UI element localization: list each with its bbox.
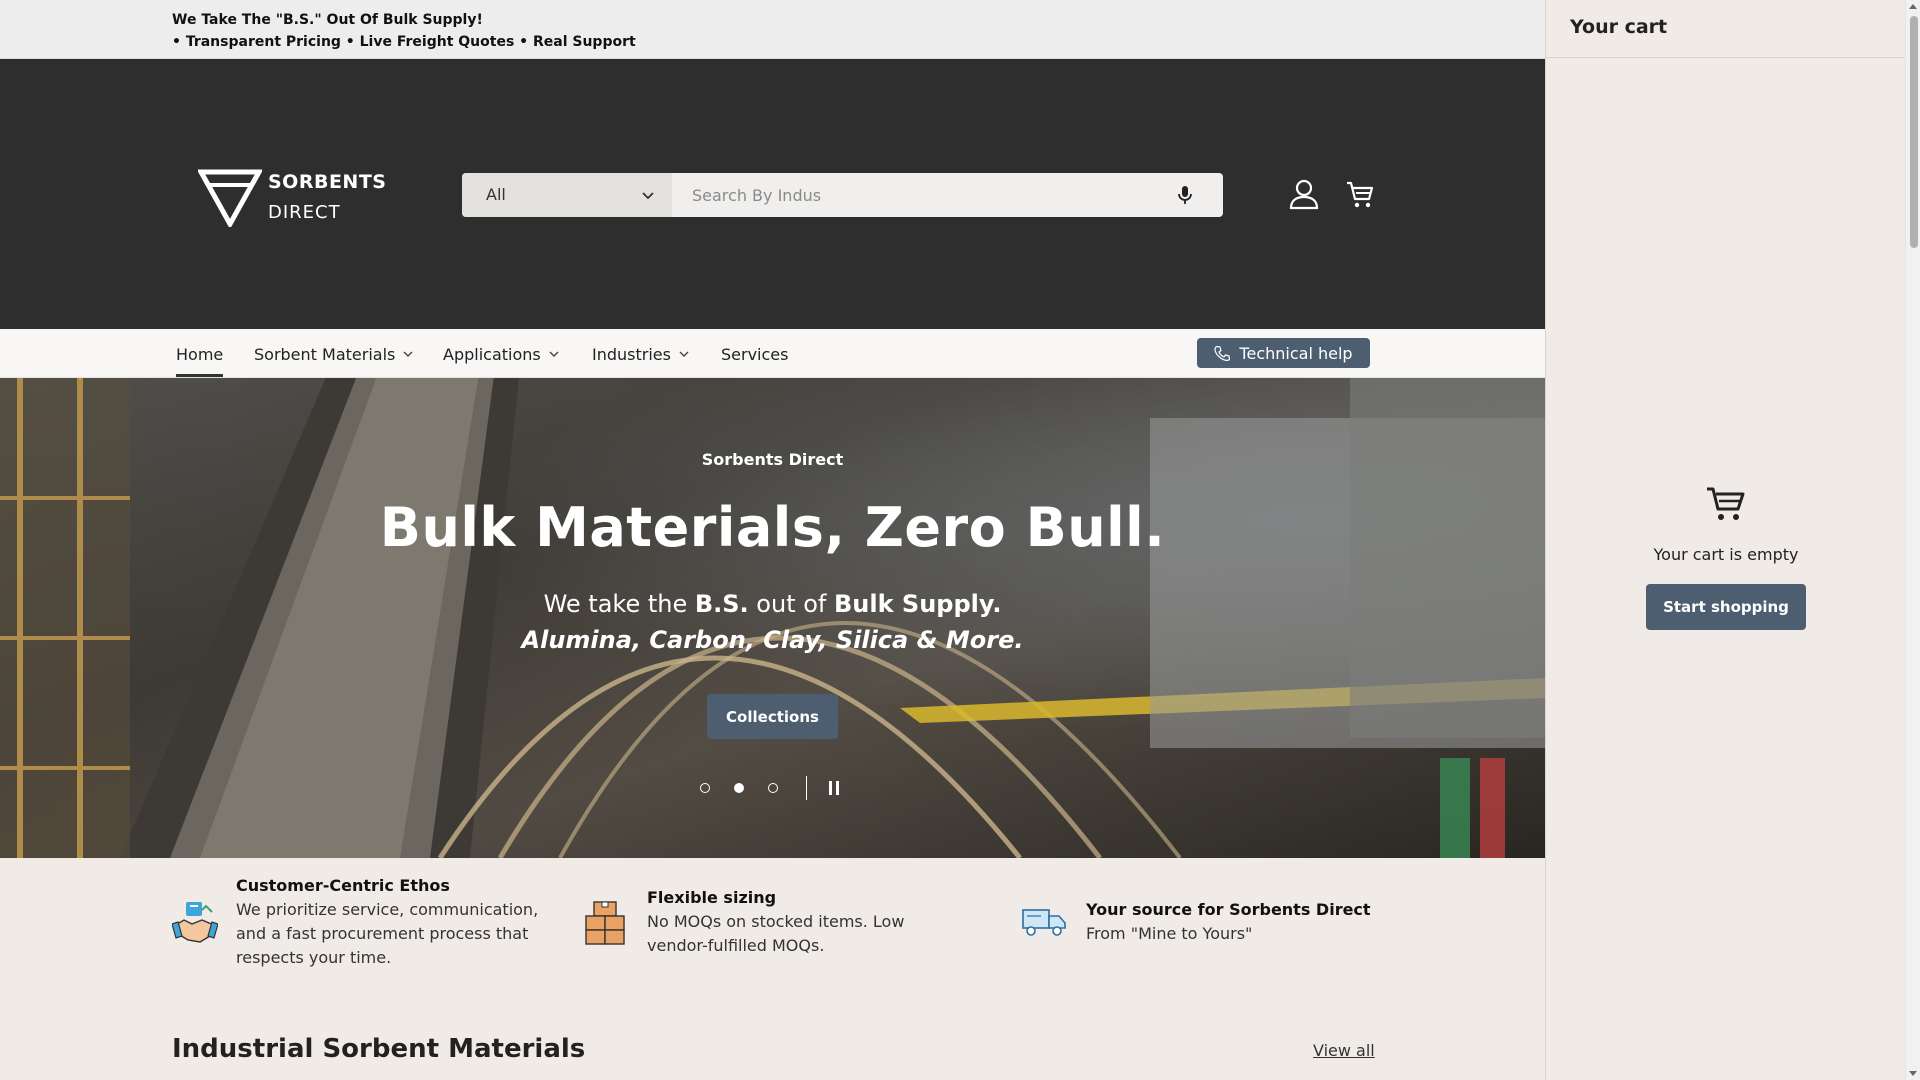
feature-description: No MOQs on stocked items. Low vendor-ful… bbox=[647, 912, 905, 955]
view-all-link[interactable]: View all bbox=[1313, 1041, 1375, 1060]
feature-description: We prioritize service, communication, an… bbox=[236, 900, 539, 967]
main-navigation: Home Sorbent Materials Applications Indu… bbox=[0, 329, 1545, 378]
scroll-up-arrow-icon[interactable] bbox=[1909, 4, 1917, 9]
slideshow-controls bbox=[700, 776, 850, 800]
empty-cart-icon bbox=[1707, 487, 1745, 520]
slide-dot-1[interactable] bbox=[700, 783, 710, 793]
announcement-line-2: • Transparent Pricing • Live Freight Quo… bbox=[172, 34, 636, 50]
nav-item-label: Sorbent Materials bbox=[254, 344, 396, 364]
nav-item-sorbent-materials[interactable]: Sorbent Materials bbox=[254, 343, 414, 365]
site-logo[interactable]: SORBENTS DIRECT bbox=[198, 169, 388, 229]
feature-title: Customer-Centric Ethos bbox=[236, 876, 450, 895]
logo-triangle-icon bbox=[198, 169, 262, 227]
microphone-icon[interactable] bbox=[1175, 184, 1195, 206]
slide-dot-2[interactable] bbox=[734, 783, 744, 793]
nav-item-label: Home bbox=[176, 344, 224, 364]
slide-dot-3[interactable] bbox=[768, 783, 778, 793]
hero-subtitle-part: We take the bbox=[543, 590, 695, 618]
technical-help-button[interactable]: Technical help bbox=[1197, 338, 1370, 368]
chevron-down-icon bbox=[679, 351, 689, 357]
cart-title: Your cart bbox=[1570, 16, 1668, 38]
technical-help-label: Technical help bbox=[1239, 343, 1353, 363]
cart-drawer: Your cart Your cart is empty Start shopp… bbox=[1545, 0, 1906, 1080]
nav-item-services[interactable]: Services bbox=[721, 343, 788, 365]
delivery-truck-icon bbox=[1022, 909, 1066, 936]
feature-description: From "Mine to Yours" bbox=[1086, 924, 1253, 943]
hero-title: Bulk Materials, Zero Bull. bbox=[379, 496, 1166, 559]
start-shopping-button[interactable]: Start shopping bbox=[1646, 584, 1806, 630]
announcement-text: We Take The "B.S." Out Of Bulk Supply! •… bbox=[172, 9, 636, 53]
search-category-select[interactable]: All bbox=[462, 173, 672, 217]
scroll-down-arrow-icon[interactable] bbox=[1909, 1071, 1917, 1076]
hero-subtitle-part: out of bbox=[748, 590, 834, 618]
chevron-down-icon bbox=[549, 351, 559, 357]
hero-banner: Sorbents Direct Bulk Materials, Zero Bul… bbox=[0, 378, 1545, 858]
cart-icon[interactable] bbox=[1345, 178, 1375, 210]
feature-title: Your source for Sorbents Direct bbox=[1086, 900, 1371, 919]
logo-text-direct: DIRECT bbox=[268, 202, 341, 223]
search-bar: All bbox=[462, 173, 1223, 217]
collections-button[interactable]: Collections bbox=[707, 694, 838, 739]
nav-item-home[interactable]: Home bbox=[176, 343, 224, 377]
page-scrollbar[interactable] bbox=[1905, 0, 1920, 1080]
nav-item-label: Applications bbox=[443, 344, 541, 364]
logo-text-sorbents: SORBENTS bbox=[268, 171, 387, 193]
chevron-down-icon bbox=[403, 351, 413, 357]
nav-item-industries[interactable]: Industries bbox=[592, 343, 690, 365]
hero-materials-line: Alumina, Carbon, Clay, Silica & More. bbox=[521, 626, 1024, 654]
feature-title: Flexible sizing bbox=[647, 888, 777, 907]
search-input[interactable] bbox=[672, 173, 1152, 217]
boxes-icon bbox=[585, 901, 625, 945]
hero-subtitle-bold: B.S. bbox=[694, 590, 749, 618]
search-category-value: All bbox=[486, 185, 506, 204]
slideshow-divider bbox=[806, 776, 807, 800]
nav-item-applications[interactable]: Applications bbox=[443, 343, 560, 365]
hero-subtitle: We take the B.S. out of Bulk Supply. bbox=[0, 590, 1545, 618]
chevron-down-icon bbox=[642, 192, 654, 200]
account-icon[interactable] bbox=[1289, 178, 1319, 210]
handshake-icon bbox=[172, 902, 218, 943]
announcement-line-1: We Take The "B.S." Out Of Bulk Supply! bbox=[172, 12, 483, 28]
pause-icon[interactable] bbox=[828, 781, 840, 795]
hero-eyebrow: Sorbents Direct bbox=[701, 450, 844, 469]
announcement-bar: We Take The "B.S." Out Of Bulk Supply! •… bbox=[0, 0, 1545, 59]
scrollbar-thumb[interactable] bbox=[1910, 16, 1918, 248]
nav-item-label: Industries bbox=[592, 344, 671, 364]
nav-item-label: Services bbox=[721, 344, 789, 364]
cart-header: Your cart bbox=[1546, 0, 1906, 58]
hero-subtitle-bold: Bulk Supply. bbox=[834, 590, 1002, 618]
cart-empty-text: Your cart is empty bbox=[1653, 545, 1799, 564]
site-header: SORBENTS DIRECT All bbox=[0, 59, 1545, 329]
phone-icon bbox=[1214, 345, 1231, 361]
section-title: Industrial Sorbent Materials bbox=[172, 1034, 586, 1064]
